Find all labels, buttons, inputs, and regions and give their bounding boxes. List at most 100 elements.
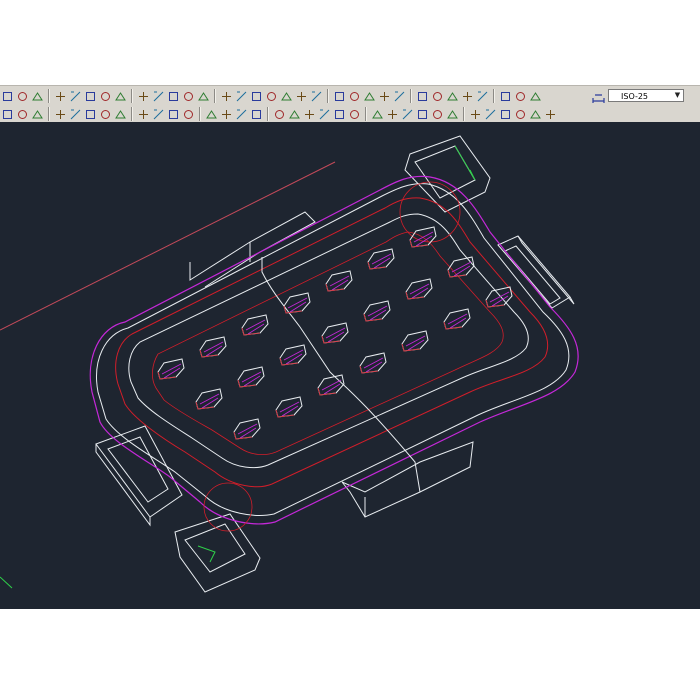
break-dim-button[interactable]: [416, 90, 429, 103]
zoom-scale-button[interactable]: [99, 90, 112, 103]
named-views-button[interactable]: [1, 108, 14, 121]
zoom-dynamic-icon: [86, 91, 95, 101]
vent-slot-fillet: [317, 387, 337, 396]
radius-dim-icon: [281, 91, 292, 100]
render-icon: [485, 109, 496, 119]
ucs-world-button[interactable]: [303, 108, 316, 121]
toolbar-separator: [463, 107, 465, 121]
dim-edit-button[interactable]: [499, 90, 512, 103]
ucs-object-button[interactable]: [348, 108, 361, 121]
bottom-view-button[interactable]: [31, 108, 44, 121]
angular-dim-button[interactable]: [333, 90, 346, 103]
back-view-button[interactable]: [99, 108, 112, 121]
inspect-button[interactable]: [461, 90, 474, 103]
radius-dim-button[interactable]: [280, 90, 293, 103]
hidden-button[interactable]: [431, 108, 444, 121]
tolerance-button[interactable]: [431, 90, 444, 103]
vent-grid: [157, 226, 513, 440]
zoom-window-icon: [70, 91, 81, 101]
zoom-object-button[interactable]: [137, 90, 150, 103]
vent-slot: [321, 322, 349, 344]
continue-dim-button[interactable]: [378, 90, 391, 103]
ucs-view-button[interactable]: [371, 108, 384, 121]
zoom-out-button[interactable]: [167, 90, 180, 103]
top-view-button[interactable]: [16, 108, 29, 121]
zoom-center-button[interactable]: [114, 90, 127, 103]
jogged-dim-button[interactable]: [295, 90, 308, 103]
zoom-center-icon: [115, 91, 126, 100]
model-space-viewport[interactable]: [0, 122, 700, 609]
named-views-icon: [3, 109, 12, 119]
arc-length-button[interactable]: [250, 90, 263, 103]
insert-button[interactable]: [250, 108, 263, 121]
zoom-extents-button[interactable]: [197, 90, 210, 103]
ordinate-dim-icon: [267, 91, 276, 101]
iso-view-button[interactable]: [114, 108, 127, 121]
visual-style-2d-button[interactable]: [401, 108, 414, 121]
vent-slot: [195, 388, 223, 410]
left-view-button[interactable]: [54, 108, 67, 121]
vent-slot-inner: [161, 363, 182, 379]
zoom-dynamic-button[interactable]: [84, 90, 97, 103]
diameter-dim-button[interactable]: [310, 90, 323, 103]
vent-slot-inner: [325, 327, 346, 343]
ucs-previous-button[interactable]: [318, 108, 331, 121]
baseline-dim-button[interactable]: [363, 90, 376, 103]
diameter-dim-icon: [311, 91, 322, 101]
group-button[interactable]: [273, 108, 286, 121]
make-current-button[interactable]: [167, 108, 180, 121]
vent-slot: [325, 270, 353, 292]
camera-button[interactable]: [529, 108, 542, 121]
zoom-realtime-button[interactable]: [31, 90, 44, 103]
zoom-scale-icon: [101, 91, 110, 101]
quick-dim-icon: [350, 91, 359, 101]
chevron-down-icon[interactable]: ▼: [673, 90, 682, 101]
block-button[interactable]: [235, 108, 248, 121]
zoom-in-button[interactable]: [152, 90, 165, 103]
wireframe-icon: [418, 109, 427, 119]
orbit-button[interactable]: [1, 90, 14, 103]
ucs-origin-button[interactable]: [386, 108, 399, 121]
render-button[interactable]: [484, 108, 497, 121]
center-mark-button[interactable]: [446, 90, 459, 103]
ucs-view-icon: [372, 109, 383, 118]
dimension-style-icon[interactable]: [592, 89, 605, 103]
vent-slot-inner: [279, 401, 300, 417]
light-button[interactable]: [499, 108, 512, 121]
realistic-button[interactable]: [446, 108, 459, 121]
material-button[interactable]: [514, 108, 527, 121]
layer-previous-button[interactable]: [182, 108, 195, 121]
ucs-button[interactable]: [288, 108, 301, 121]
zoom-previous-button[interactable]: [54, 90, 67, 103]
zoom-window-button[interactable]: [69, 90, 82, 103]
vent-slot-fillet: [443, 321, 463, 330]
ucs-face-button[interactable]: [333, 108, 346, 121]
conceptual-button[interactable]: [469, 108, 482, 121]
match-properties-button[interactable]: [220, 108, 233, 121]
dim-text-edit-button[interactable]: [514, 90, 527, 103]
right-view-button[interactable]: [69, 108, 82, 121]
toolbar-separator: [365, 107, 367, 121]
quick-dim-button[interactable]: [348, 90, 361, 103]
front-view-button[interactable]: [84, 108, 97, 121]
zoom-all-button[interactable]: [182, 90, 195, 103]
jogged-linear-button[interactable]: [476, 90, 489, 103]
vent-slot-fillet: [401, 343, 421, 352]
properties-button[interactable]: [205, 108, 218, 121]
walk-button[interactable]: [544, 108, 557, 121]
fillet-arc-top: [399, 181, 461, 243]
aligned-dim-button[interactable]: [235, 90, 248, 103]
linear-dim-button[interactable]: [220, 90, 233, 103]
vent-slot-fillet: [367, 261, 387, 270]
dimension-style-select[interactable]: ISO-25 ▼: [608, 89, 684, 102]
ordinate-dim-button[interactable]: [265, 90, 278, 103]
space-dim-button[interactable]: [393, 90, 406, 103]
dim-update-button[interactable]: [529, 90, 542, 103]
front-view-icon: [86, 109, 95, 119]
angular-dim-icon: [335, 91, 344, 101]
tray-floor-edge: [128, 213, 529, 469]
layer-state-button[interactable]: [152, 108, 165, 121]
pan-button[interactable]: [16, 90, 29, 103]
wireframe-button[interactable]: [416, 108, 429, 121]
layer-button[interactable]: [137, 108, 150, 121]
